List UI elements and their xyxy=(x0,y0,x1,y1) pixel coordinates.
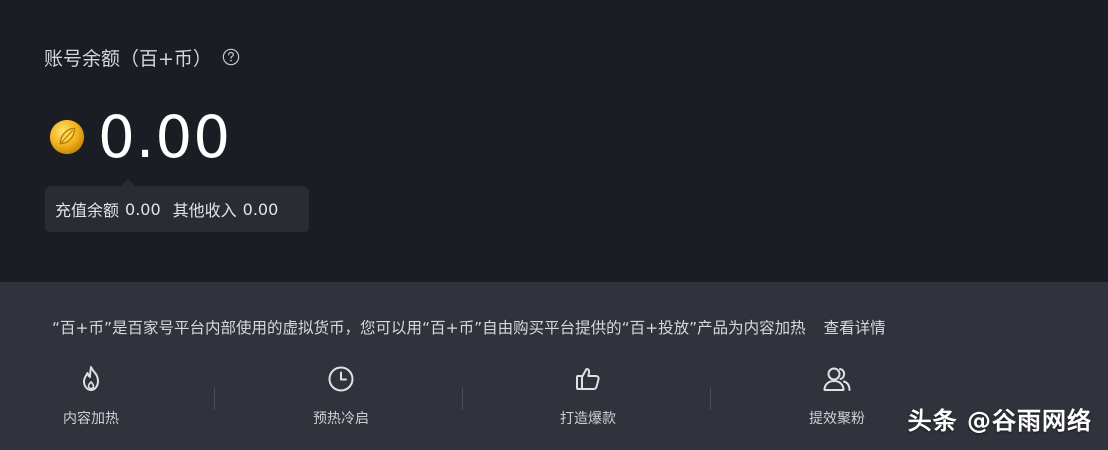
feature-label: 预热冷启 xyxy=(313,411,369,427)
divider xyxy=(214,388,215,410)
coin-icon xyxy=(49,119,85,155)
other-income-value: 0.00 xyxy=(242,199,279,219)
feature-hit-content[interactable]: 打造爆款 xyxy=(523,364,653,428)
feature-label: 内容加热 xyxy=(63,411,119,427)
balance-title: 账号余额（百+币） xyxy=(44,48,212,70)
other-income-label: 其他收入 xyxy=(172,201,237,220)
balance-title-row: 账号余额（百+币） xyxy=(44,44,240,71)
recharge-value: 0.00 xyxy=(125,199,161,219)
balance-row: 0.00 xyxy=(48,108,231,166)
description-row: “百+币”是百家号平台内部使用的虚拟货币，您可以用“百+币”自由购买平台提供的“… xyxy=(52,316,886,338)
divider xyxy=(462,388,463,410)
recharge-label: 充值余额 xyxy=(55,201,120,220)
clock-icon xyxy=(328,366,354,392)
thumbs-up-icon xyxy=(576,368,600,390)
feature-label: 打造爆款 xyxy=(560,411,616,427)
flame-icon xyxy=(83,366,99,391)
watermark: 头条 @谷雨网络 xyxy=(907,407,1092,435)
question-circle-icon[interactable] xyxy=(222,46,240,65)
view-details-link[interactable]: 查看详情 xyxy=(824,316,886,338)
feature-label: 提效聚粉 xyxy=(809,411,865,427)
balance-value: 0.00 xyxy=(98,103,232,171)
info-panel: “百+币”是百家号平台内部使用的虚拟货币，您可以用“百+币”自由购买平台提供的“… xyxy=(0,282,1108,450)
account-balance-panel: 账号余额（百+币） 0.00 充值余额 0.00 其他收入 0.00 xyxy=(0,0,1108,282)
feature-gain-fans[interactable]: 提效聚粉 xyxy=(772,364,902,428)
balance-breakdown-tooltip: 充值余额 0.00 其他收入 0.00 xyxy=(45,179,309,232)
description-text: “百+币”是百家号平台内部使用的虚拟货币，您可以用“百+币”自由购买平台提供的“… xyxy=(52,319,806,337)
feature-warmup[interactable]: 预热冷启 xyxy=(276,364,406,428)
users-icon xyxy=(823,367,851,391)
divider xyxy=(710,388,711,410)
feature-content-boost[interactable]: 内容加热 xyxy=(26,364,156,428)
